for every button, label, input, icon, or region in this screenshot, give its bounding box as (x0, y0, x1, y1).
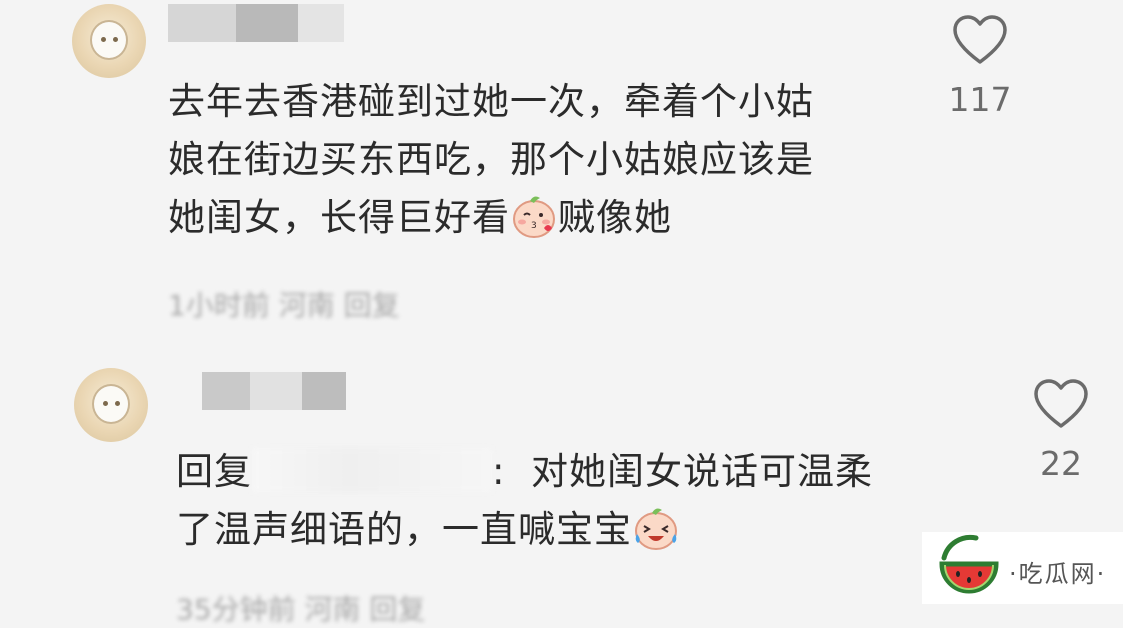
like-count: 22 (1040, 444, 1082, 483)
like-button[interactable]: 117 (935, 14, 1025, 119)
comment-text: 去年去香港碰到过她一次，牵着个小姑 娘在街边买东西吃，那个小姑娘应该是 她闺女，… (168, 73, 814, 247)
comment-meta: 1小时前 河南 回复 (168, 289, 400, 322)
comment-text-part: 去年去香港碰到过她一次，牵着个小姑 娘在街边买东西吃，那个小姑娘应该是 她闺女，… (168, 80, 814, 239)
mention-blurred[interactable] (252, 448, 492, 492)
heart-icon (953, 15, 1007, 64)
avatar[interactable] (74, 368, 148, 442)
reply-prefix: 回复 (176, 450, 252, 493)
comment-text-part: 贼像她 (558, 196, 672, 239)
like-button[interactable]: 22 (1016, 378, 1106, 483)
avatar-face-icon (90, 20, 128, 60)
comment-1: 去年去香港碰到过她一次，牵着个小姑 娘在街边买东西吃，那个小姑娘应该是 她闺女，… (0, 0, 1123, 330)
avatar[interactable] (72, 4, 146, 78)
svg-text:3: 3 (531, 221, 538, 231)
like-count: 117 (948, 80, 1012, 119)
watermark-text: ·吃瓜网· (1009, 560, 1107, 588)
watermelon-logo-icon (939, 534, 999, 594)
heart-icon (1034, 379, 1088, 428)
avatar-face-icon (92, 384, 130, 424)
comment-meta: 35分钟前 河南 回复 (176, 593, 426, 626)
comment-text: 回复: 对她闺女说话可温柔 了温声细语的，一直喊宝宝 (176, 443, 873, 559)
kiss-emoji: 3 (513, 196, 555, 238)
watermark: ·吃瓜网· (922, 532, 1123, 604)
laugh-cry-emoji (635, 508, 677, 550)
